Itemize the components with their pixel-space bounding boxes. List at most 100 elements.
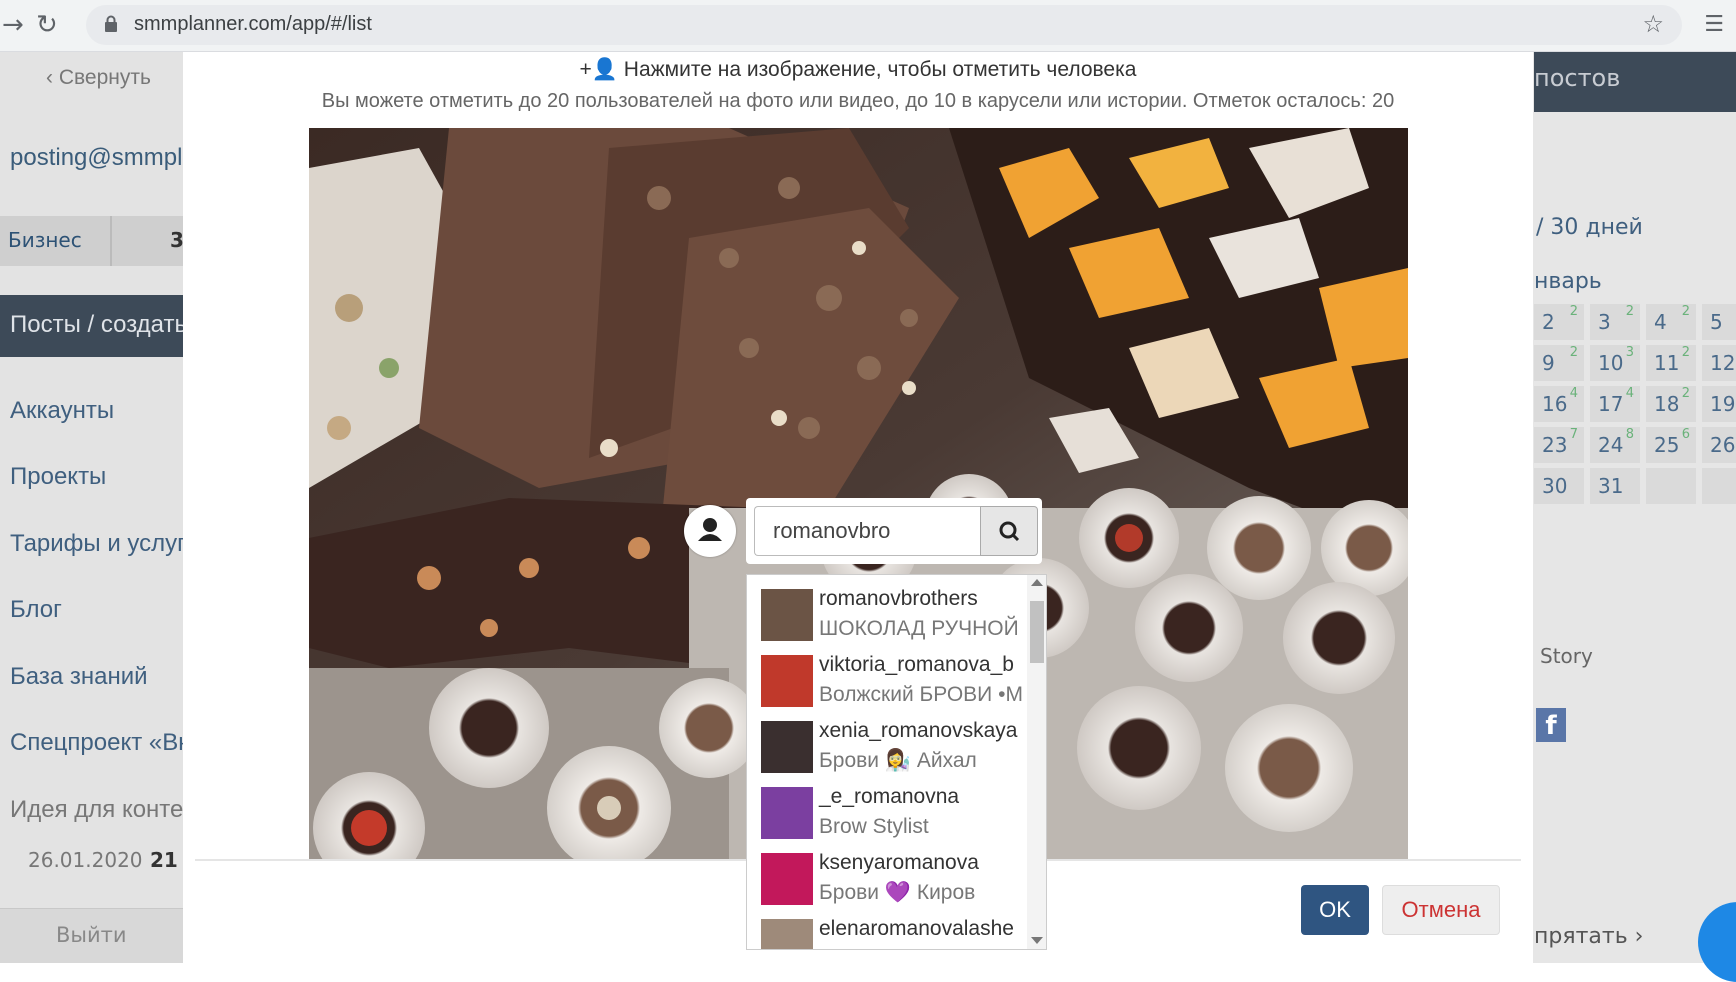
- reload-icon[interactable]: ↻: [36, 10, 58, 40]
- sidebar-item-projects[interactable]: Проекты: [10, 463, 106, 491]
- suggestion-bio: Brow Stylist: [819, 815, 929, 838]
- search-icon: [999, 521, 1020, 542]
- browser-toolbar: → ↻ smmplanner.com/app/#/list ☆ ☰: [0, 0, 1736, 52]
- month-label: нварь: [1534, 269, 1602, 294]
- calendar-day-number: 26: [1710, 433, 1736, 457]
- calendar-day[interactable]: 12: [1702, 345, 1736, 381]
- calendar-day-number: 30: [1542, 474, 1568, 498]
- suggestion-username: _e_romanovna: [819, 785, 960, 808]
- url-text: smmplanner.com/app/#/list: [134, 13, 372, 35]
- calendar-post-count: 2: [1681, 345, 1690, 360]
- calendar-day[interactable]: 16 4: [1534, 386, 1586, 422]
- calendar-post-count: 6: [1681, 427, 1690, 442]
- suggestion-bio: ШОКОЛАД РУЧНОЙ: [819, 617, 1019, 640]
- cancel-button[interactable]: Отмена: [1382, 885, 1500, 935]
- sidebar: ‹ Свернуть posting@smmplanner.com Бизнес…: [0, 52, 294, 963]
- tag-search-button[interactable]: [980, 506, 1038, 556]
- user-suggestions-list[interactable]: elenaromanovalashe ksenyaromanova Брови 💜 …: [746, 574, 1047, 950]
- calendar-day-number: 12: [1710, 351, 1736, 375]
- calendar-day[interactable]: 92: [1534, 345, 1586, 381]
- calendar-day[interactable]: 32: [1590, 304, 1642, 340]
- sidebar-item-knowledge[interactable]: База знаний: [10, 663, 148, 691]
- calendar-day-number: 16: [1542, 392, 1568, 416]
- avatar: [761, 787, 813, 839]
- suggestion-item[interactable]: ksenyaromanova Брови 💜 Киров: [747, 839, 1027, 905]
- calendar-day-number: 3: [1598, 310, 1611, 334]
- facebook-icon[interactable]: f: [1536, 708, 1566, 742]
- tag-marker-avatar-icon[interactable]: [684, 505, 736, 557]
- calendar-day[interactable]: 11 2: [1646, 345, 1698, 381]
- calendar-day-number: 10: [1598, 351, 1624, 375]
- suggestion-bio: Брови 💜 Киров: [819, 881, 976, 904]
- scroll-thumb[interactable]: [1030, 601, 1044, 663]
- calendar-day[interactable]: 25 6: [1646, 427, 1698, 463]
- calendar-day-number: 11: [1654, 351, 1680, 375]
- calendar-post-count: 2: [1569, 304, 1578, 319]
- suggestion-item[interactable]: xenia_romanovskaya Брови 👩‍🔬 Айхал: [747, 707, 1027, 773]
- calendar-day[interactable]: [1646, 468, 1698, 504]
- calendar-day[interactable]: 22: [1534, 304, 1586, 340]
- suggestion-username: romanovbrothers: [819, 587, 978, 610]
- suggestion-item[interactable]: elenaromanovalashe: [747, 905, 1027, 949]
- calendar-day[interactable]: 42: [1646, 304, 1698, 340]
- sidebar-item-label: Посты / создать: [10, 311, 187, 338]
- plan-name: Бизнес: [8, 228, 82, 252]
- period-label[interactable]: / 30 дней: [1536, 215, 1643, 240]
- right-panel: постов / 30 дней нварь 2 2 3 2 4 2 5 9 2 10 3 11 2 12…: [1534, 52, 1736, 963]
- logout-label: Выйти: [56, 923, 127, 947]
- scroll-down-arrow-icon[interactable]: [1031, 937, 1043, 944]
- avatar: [761, 589, 813, 641]
- scroll-up-arrow-icon[interactable]: [1031, 579, 1043, 586]
- calendar-day[interactable]: 23 7: [1534, 427, 1586, 463]
- calendar-day-number: 18: [1654, 392, 1680, 416]
- tag-search-box: romanovbro: [746, 498, 1042, 564]
- plan-divider: [110, 216, 112, 266]
- suggestions-scrollbar[interactable]: [1027, 575, 1046, 949]
- avatar: [761, 721, 813, 773]
- star-icon[interactable]: ☆: [1642, 10, 1664, 38]
- calendar-post-count: 2: [1569, 345, 1578, 360]
- calendar-post-count: 7: [1569, 427, 1578, 442]
- calendar-day-number: 23: [1542, 433, 1568, 457]
- hide-link[interactable]: прятать ›: [1534, 924, 1643, 949]
- sidebar-item-tariffs[interactable]: Тарифы и услуги: [10, 530, 199, 558]
- back-icon[interactable]: →: [2, 10, 24, 40]
- calendar-day[interactable]: [1702, 468, 1736, 504]
- modal-title: +👤 Нажмите на изображение, чтобы отметит…: [579, 58, 1137, 81]
- calendar-day[interactable]: 5: [1702, 304, 1736, 340]
- suggestion-item[interactable]: _e_romanovna Brow Stylist: [747, 773, 1027, 839]
- plan-bar: Бизнес 3: [0, 216, 184, 266]
- date-field[interactable]: 26.01.2020 21: [0, 842, 183, 882]
- sidebar-item-blog[interactable]: Блог: [10, 596, 62, 624]
- calendar-day[interactable]: 30: [1534, 468, 1586, 504]
- sidebar-item-accounts[interactable]: Аккаунты: [10, 397, 114, 425]
- sidebar-item-posts[interactable]: Посты / создать: [0, 295, 187, 357]
- calendar-day[interactable]: 10 3: [1590, 345, 1642, 381]
- calendar-day[interactable]: 18 2: [1646, 386, 1698, 422]
- reading-list-icon[interactable]: ☰: [1704, 12, 1724, 37]
- collapse-link[interactable]: ‹ Свернуть: [46, 66, 151, 90]
- suggestion-item[interactable]: viktoria_romanova_b Волжский БРОВИ •М: [747, 641, 1027, 707]
- right-panel-header: постов: [1534, 52, 1736, 112]
- calendar-post-count: 4: [1625, 386, 1634, 401]
- suggestion-username: elenaromanovalashe: [819, 917, 1014, 940]
- calendar-day-number: 17: [1598, 392, 1624, 416]
- avatar: [761, 655, 813, 707]
- calendar-day[interactable]: 24 8: [1590, 427, 1642, 463]
- calendar-day[interactable]: 17 4: [1590, 386, 1642, 422]
- suggestion-item[interactable]: romanovbrothers ШОКОЛАД РУЧНОЙ: [747, 575, 1027, 641]
- ok-button[interactable]: OK: [1301, 885, 1369, 935]
- calendar-day[interactable]: 31: [1590, 468, 1642, 504]
- calendar-day-number: 9: [1542, 351, 1555, 375]
- address-bar[interactable]: smmplanner.com/app/#/list ☆: [86, 5, 1682, 45]
- calendar-post-count: 3: [1625, 345, 1634, 360]
- calendar-day[interactable]: 19: [1702, 386, 1736, 422]
- tag-search-input[interactable]: romanovbro: [754, 506, 982, 556]
- avatar: [761, 853, 813, 905]
- calendar-day[interactable]: 26: [1702, 427, 1736, 463]
- right-panel-title: постов: [1534, 64, 1621, 92]
- avatar: [761, 919, 813, 949]
- logout-button[interactable]: Выйти: [0, 908, 183, 963]
- calendar-day-number: 5: [1710, 310, 1723, 334]
- user-icon: [698, 518, 722, 541]
